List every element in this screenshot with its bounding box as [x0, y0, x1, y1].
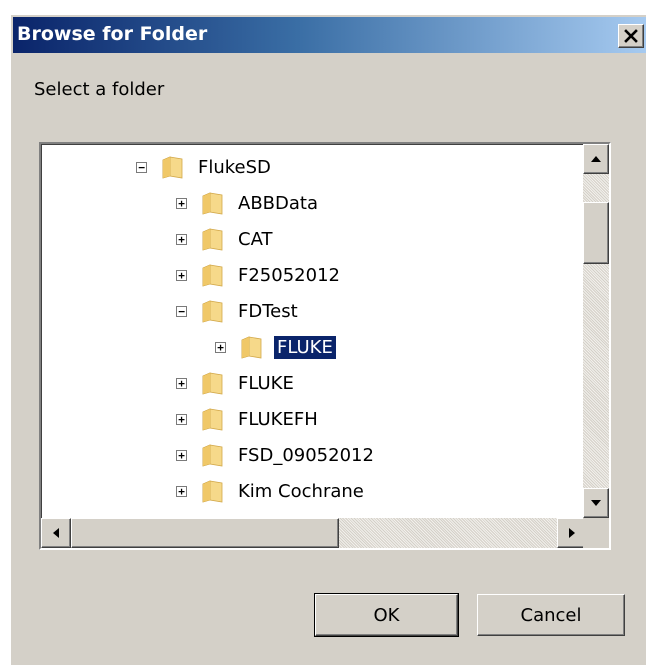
scrollbar-corner	[583, 518, 609, 548]
tree-item-label[interactable]: FLUKE	[235, 372, 297, 395]
scroll-down-button[interactable]	[583, 488, 609, 518]
vertical-scroll-thumb[interactable]	[583, 202, 609, 264]
tree-item-label[interactable]: FLUKEFH	[235, 408, 321, 431]
folder-icon	[202, 192, 223, 215]
folder-icon	[202, 264, 223, 287]
folder-icon	[202, 372, 223, 395]
expand-toggle[interactable]: +	[176, 269, 187, 281]
folder-icon	[202, 228, 223, 251]
folder-icon	[202, 300, 223, 323]
tree-item[interactable]: + CAT	[176, 221, 275, 257]
horizontal-scrollbar[interactable]	[41, 518, 587, 548]
scroll-left-icon	[53, 528, 59, 538]
folder-tree-view[interactable]: − FlukeSD + ABBData + CAT + F25052012 − FDTest + FL…	[39, 142, 611, 550]
scroll-up-icon	[591, 156, 601, 162]
tree-item[interactable]: + FSD_09052012	[176, 437, 377, 473]
tree-items: − FlukeSD + ABBData + CAT + F25052012 − FDTest + FL…	[41, 144, 587, 518]
close-icon	[624, 29, 638, 43]
tree-item-label[interactable]: FlukeSD	[195, 156, 274, 179]
folder-icon	[202, 444, 223, 467]
tree-item[interactable]: − FDTest	[176, 293, 301, 329]
collapse-toggle[interactable]: −	[136, 161, 147, 173]
expand-toggle[interactable]: +	[176, 485, 187, 497]
expand-toggle[interactable]: +	[176, 449, 187, 461]
expand-toggle[interactable]: +	[176, 197, 187, 209]
cancel-button[interactable]: Cancel	[477, 594, 625, 636]
tree-item[interactable]: + FLUKE	[176, 365, 297, 401]
tree-item-label[interactable]: ABBData	[235, 192, 321, 215]
window-title: Browse for Folder	[17, 23, 208, 45]
tree-item[interactable]: + FLUKE	[215, 329, 336, 365]
vertical-scrollbar[interactable]	[583, 144, 609, 518]
title-bar[interactable]: Browse for Folder	[13, 17, 646, 53]
folder-icon	[162, 156, 183, 179]
tree-item-label[interactable]: F25052012	[235, 264, 343, 287]
expand-toggle[interactable]: +	[176, 413, 187, 425]
expand-toggle[interactable]: +	[215, 341, 226, 353]
collapse-toggle[interactable]: −	[176, 305, 187, 317]
scroll-up-button[interactable]	[583, 144, 609, 174]
tree-item[interactable]: + FLUKEFH	[176, 401, 321, 437]
scroll-down-icon	[591, 500, 601, 506]
browse-for-folder-dialog: Browse for Folder Select a folder − Fluke…	[10, 14, 646, 665]
expand-toggle[interactable]: +	[176, 233, 187, 245]
tree-item-label[interactable]: FSD_09052012	[235, 444, 377, 467]
expand-toggle[interactable]: +	[176, 377, 187, 389]
tree-item-label[interactable]: CAT	[235, 228, 275, 251]
tree-item[interactable]: + F25052012	[176, 257, 343, 293]
tree-item-label[interactable]: FDTest	[235, 300, 301, 323]
tree-item[interactable]: + Kim Cochrane	[176, 473, 367, 509]
ok-button[interactable]: OK	[314, 593, 459, 637]
folder-icon	[241, 336, 262, 359]
tree-item-label[interactable]: Kim Cochrane	[235, 480, 367, 503]
scroll-right-icon	[569, 528, 575, 538]
close-button[interactable]	[618, 24, 644, 48]
folder-icon	[202, 408, 223, 431]
prompt-text: Select a folder	[34, 79, 165, 100]
folder-icon	[202, 480, 223, 503]
tree-item[interactable]: + ABBData	[176, 185, 321, 221]
scroll-left-button[interactable]	[41, 518, 71, 548]
tree-item[interactable]: − FlukeSD	[136, 149, 274, 185]
horizontal-scroll-thumb[interactable]	[71, 518, 339, 548]
tree-item-label[interactable]: FLUKE	[274, 335, 336, 359]
